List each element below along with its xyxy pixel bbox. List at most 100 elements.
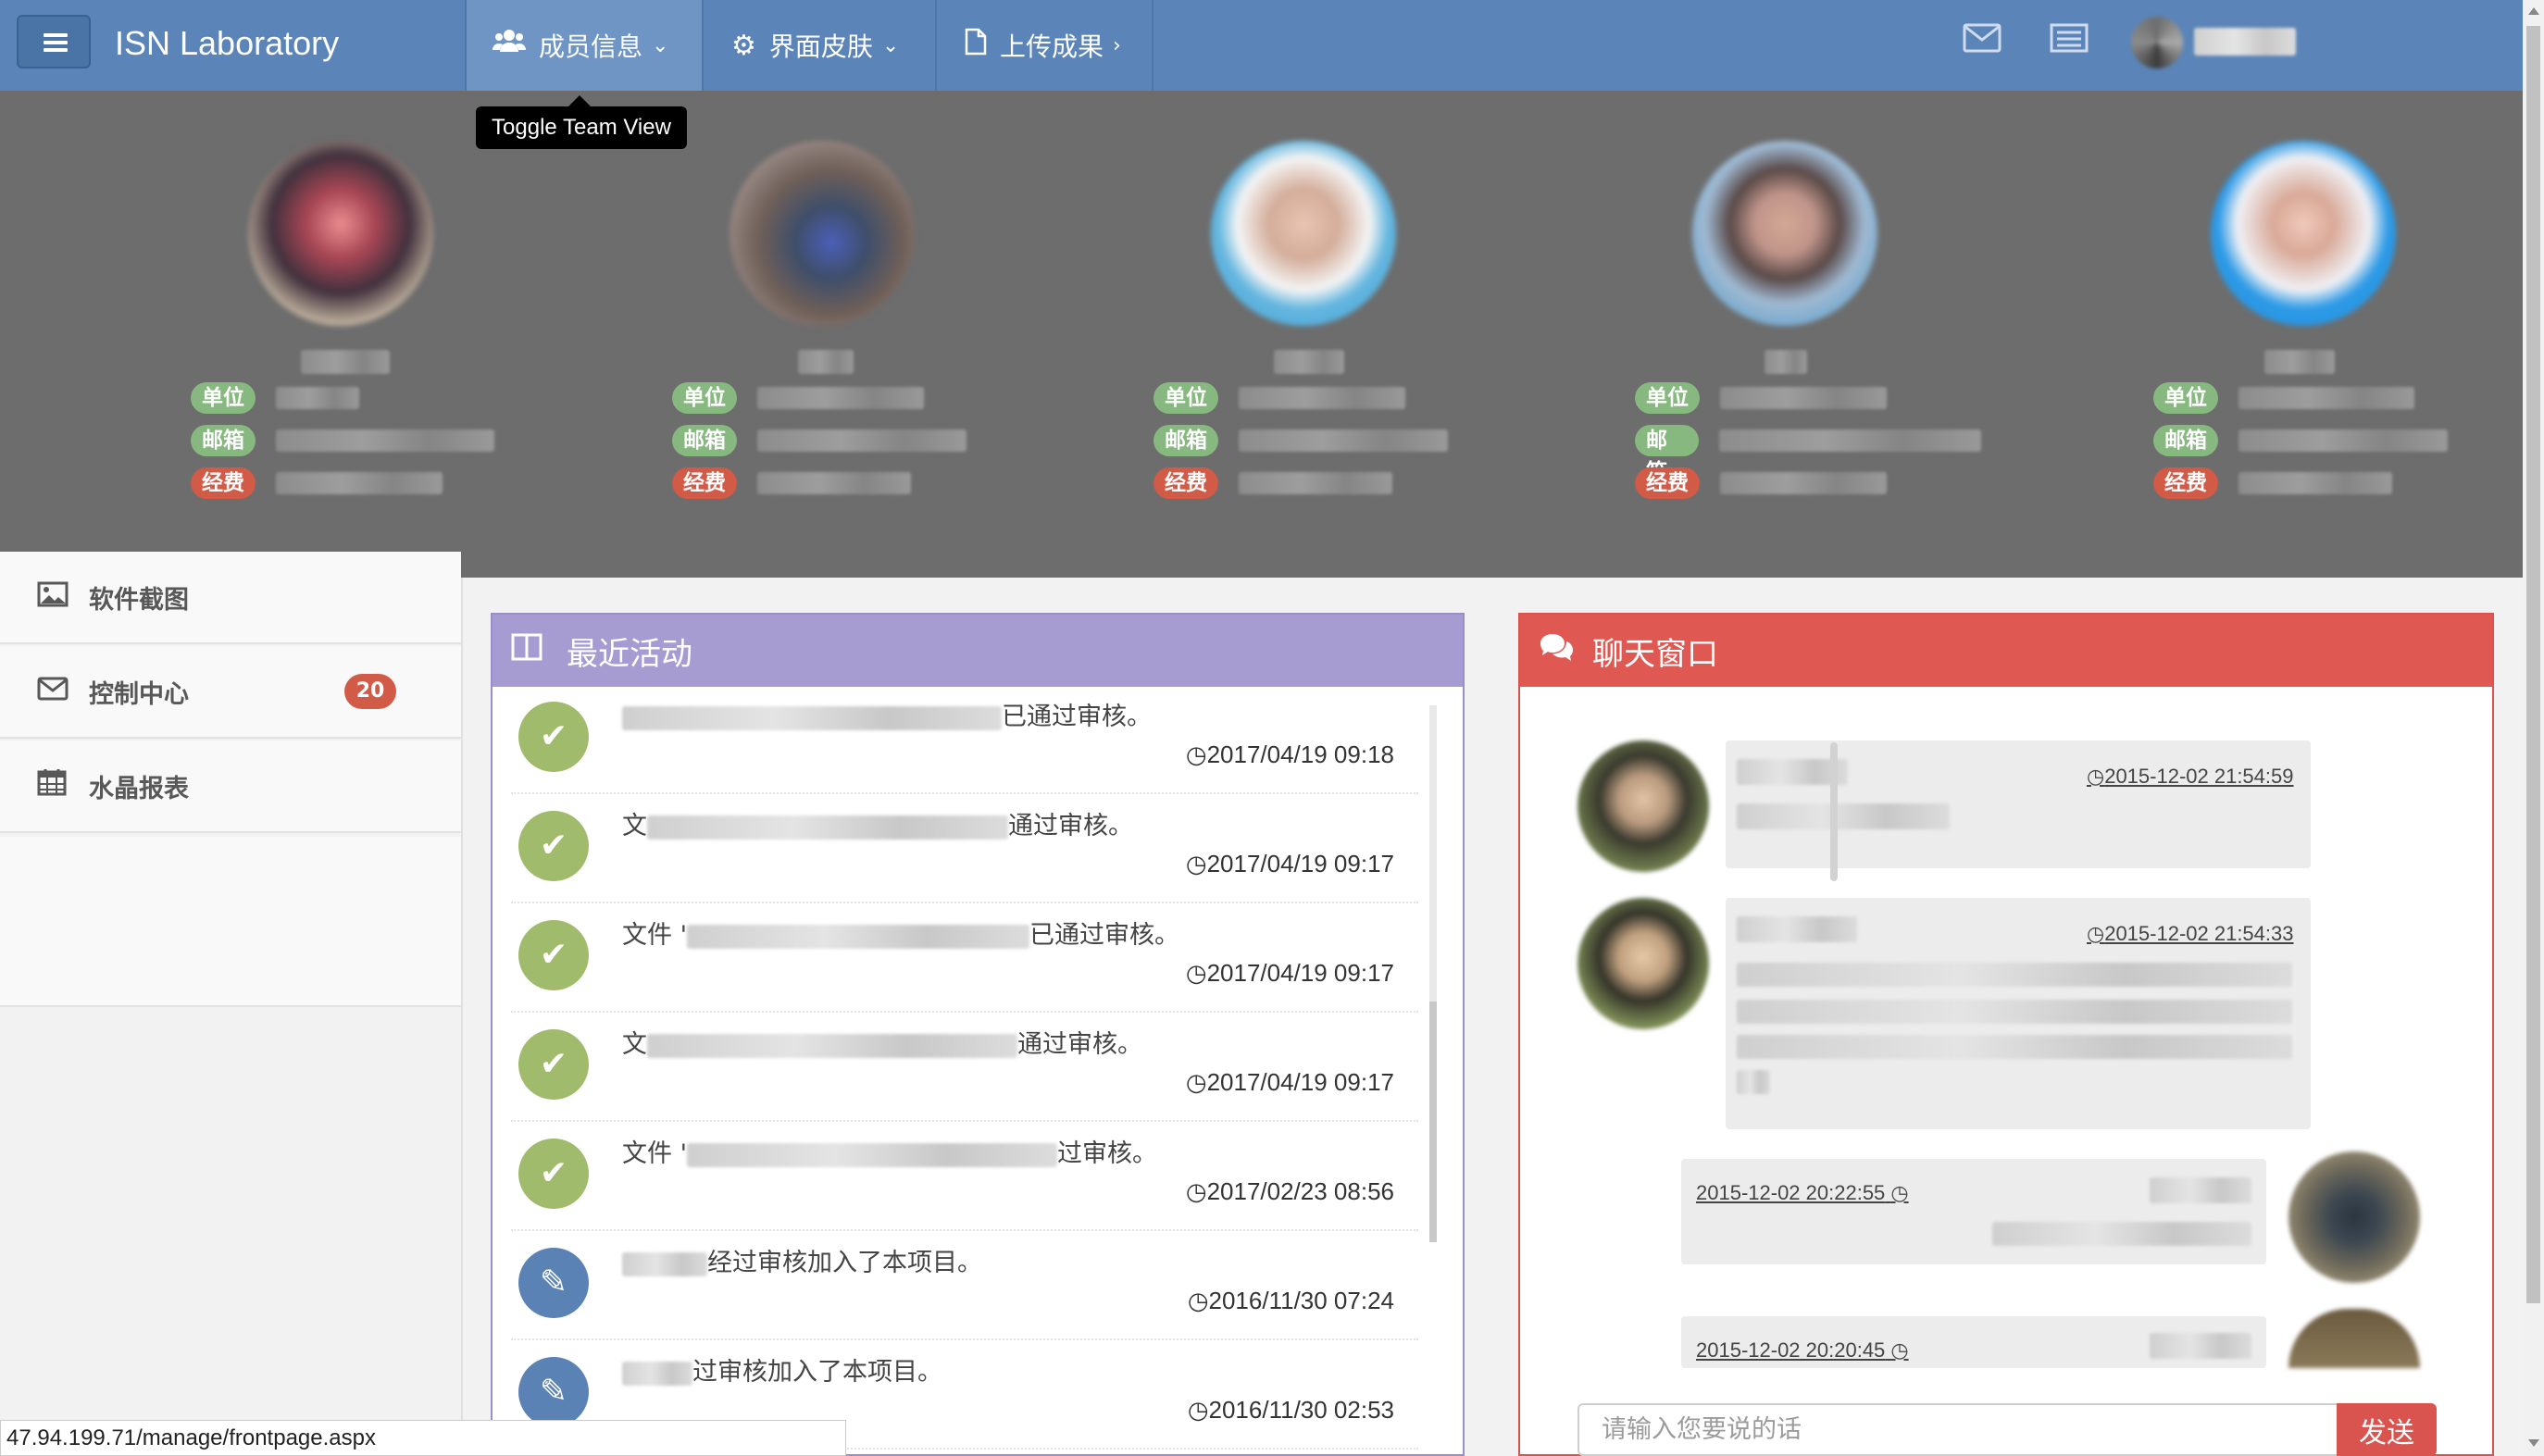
chat-message-self: 2015-12-02 20:22:55 ◷ — [1681, 1159, 2266, 1264]
brand-title[interactable]: ISN Laboratory — [115, 0, 339, 87]
member-card: 单位 邮箱 经费 — [1629, 91, 1981, 578]
member-unit-row: 单位 — [672, 381, 924, 415]
chat-scrollbar[interactable] — [1827, 737, 1840, 1366]
sidebar-empty-area — [0, 837, 461, 1007]
funding-value — [1239, 472, 1392, 494]
member-email-row: 邮箱 — [1635, 424, 1981, 484]
email-label: 邮箱 — [1635, 425, 1700, 484]
member-unit-row: 单位 — [191, 381, 359, 415]
unit-value — [1720, 387, 1887, 409]
chat-text — [1992, 1222, 2251, 1246]
sidebar-item-screenshots[interactable]: 软件截图 — [0, 552, 461, 644]
page-scrollbar-thumb[interactable] — [2526, 26, 2540, 1303]
hamburger-icon-bar — [44, 41, 68, 44]
member-funding-row: 经费 — [672, 467, 911, 500]
chat-text — [1737, 1035, 2292, 1059]
tooltip: Toggle Team View — [476, 95, 687, 149]
clock-icon: ◷ — [2087, 922, 2105, 945]
activity-text: 过审核。 — [1057, 1139, 1158, 1168]
scroll-down-arrow[interactable] — [2528, 1439, 2539, 1447]
send-button[interactable]: 发送 — [2337, 1403, 2437, 1456]
sidebar: 软件截图 控制中心 20 水晶报表 — [0, 552, 463, 1456]
chat-message-self: 2015-12-02 20:20:45 ◷ — [1681, 1316, 2266, 1368]
chevron-down-icon: ⌄ — [652, 33, 669, 57]
team-panel: 单位 邮箱 经费 单位 邮箱 经费 单位 邮箱 经费 单位 邮箱 经费 单位 邮… — [0, 91, 2523, 578]
member-funding-row: 经费 — [191, 467, 443, 500]
clock-icon: ◷ — [1185, 959, 1207, 987]
member-email-row: 邮箱 — [672, 424, 966, 457]
member-email-row: 邮箱 — [191, 424, 494, 457]
activity-item: ✔ 文件 ' 过审核。 ◷2017/02/23 08:56 — [511, 1122, 1418, 1231]
activity-scrollbar[interactable] — [1429, 705, 1437, 1242]
check-icon: ✔ — [518, 702, 589, 772]
activity-time: ◷2017/04/19 09:17 — [1186, 959, 1394, 988]
sidebar-item-label: 软件截图 — [89, 585, 189, 615]
activity-message: 过审核加入了本项目。 — [622, 1351, 1178, 1388]
clock-icon: ◷ — [1185, 850, 1207, 877]
hamburger-icon — [44, 33, 68, 37]
columns-icon[interactable] — [511, 632, 542, 669]
scroll-up-arrow[interactable] — [2528, 7, 2539, 15]
tab-skin[interactable]: ⚙ 界面皮肤 ⌄ — [702, 0, 935, 91]
calendar-icon — [37, 768, 67, 803]
funding-label: 经费 — [1154, 467, 1218, 499]
member-funding-row: 经费 — [2153, 467, 2392, 500]
edit-icon: ✎ — [518, 1248, 589, 1318]
chat-message-input[interactable] — [1578, 1403, 2338, 1456]
tab-members[interactable]: 成员信息 ⌄ — [465, 0, 702, 91]
activity-header: 最近活动 — [493, 615, 1463, 687]
activity-time-text: 2016/11/30 07:24 — [1208, 1287, 1394, 1314]
member-name — [2264, 350, 2335, 374]
user-avatar[interactable] — [2131, 17, 2183, 68]
member-funding-row: 经费 — [1635, 467, 1887, 500]
redacted-text — [622, 1251, 707, 1276]
activity-time-text: 2017/04/19 09:18 — [1206, 740, 1394, 768]
clock-icon: ◷ — [1187, 1396, 1209, 1424]
chat-text — [1737, 803, 1950, 829]
member-funding-row: 经费 — [1154, 467, 1392, 500]
activity-time: ◷2016/11/30 07:24 — [1188, 1287, 1394, 1315]
sidebar-toggle-button[interactable] — [17, 15, 91, 68]
funding-label: 经费 — [1635, 467, 1700, 499]
redacted-text — [647, 1033, 1017, 1058]
member-email-row: 邮箱 — [1154, 424, 1448, 457]
unit-label: 单位 — [191, 382, 256, 414]
activity-prefix: 文件 ' — [622, 1139, 688, 1168]
activity-time-text: 2017/04/19 09:17 — [1206, 959, 1394, 987]
activity-scrollbar-thumb[interactable] — [1429, 1002, 1437, 1242]
chat-time-text: 2015-12-02 21:54:33 — [2104, 922, 2294, 945]
sidebar-item-crystal-report[interactable]: 水晶报表 — [0, 740, 461, 833]
envelope-icon — [37, 674, 69, 709]
member-unit-row: 单位 — [1635, 381, 1887, 415]
mail-icon[interactable] — [1963, 22, 2002, 62]
activity-text: 已通过审核。 — [1029, 921, 1180, 950]
sidebar-item-label: 水晶报表 — [89, 774, 189, 803]
notification-badge: 20 — [344, 674, 396, 709]
member-avatar — [1211, 141, 1396, 326]
sidebar-item-control-center[interactable]: 控制中心 20 — [0, 646, 461, 739]
chat-time-text: 2015-12-02 20:22:55 — [1696, 1181, 1886, 1204]
page-scrollbar[interactable] — [2523, 0, 2544, 1456]
gear-icon: ⚙ — [731, 29, 756, 62]
status-url-bar: 47.94.199.71/manage/frontpage.aspx — [0, 1420, 846, 1456]
unit-label: 单位 — [2153, 382, 2218, 414]
clock-icon: ◷ — [1185, 740, 1207, 768]
tab-upload[interactable]: 上传成果 › — [935, 0, 1154, 91]
unit-value — [757, 387, 924, 409]
email-label: 邮箱 — [672, 425, 737, 456]
activity-feed: ✔ 已通过审核。 ◷2017/04/19 09:18 ✔ 文通过审核。 ◷201… — [511, 685, 1418, 1450]
redacted-text — [622, 1361, 692, 1386]
activity-time-text: 2017/04/19 09:17 — [1206, 1068, 1394, 1096]
chat-scrollbar-thumb[interactable] — [1830, 742, 1838, 881]
sidebar-item-label: 控制中心 — [89, 679, 189, 709]
tab-members-label: 成员信息 — [539, 31, 643, 62]
funding-label: 经费 — [191, 467, 256, 499]
chat-message: ◷2015-12-02 21:54:59 — [1726, 740, 2311, 868]
unit-label: 单位 — [1635, 382, 1700, 414]
email-value — [1239, 429, 1448, 452]
user-name[interactable] — [2194, 28, 2296, 56]
chat-time: 2015-12-02 20:20:45 ◷ — [1696, 1338, 1909, 1363]
list-icon[interactable] — [2050, 22, 2089, 62]
clock-icon: ◷ — [1185, 1068, 1207, 1096]
funding-value — [757, 472, 911, 494]
